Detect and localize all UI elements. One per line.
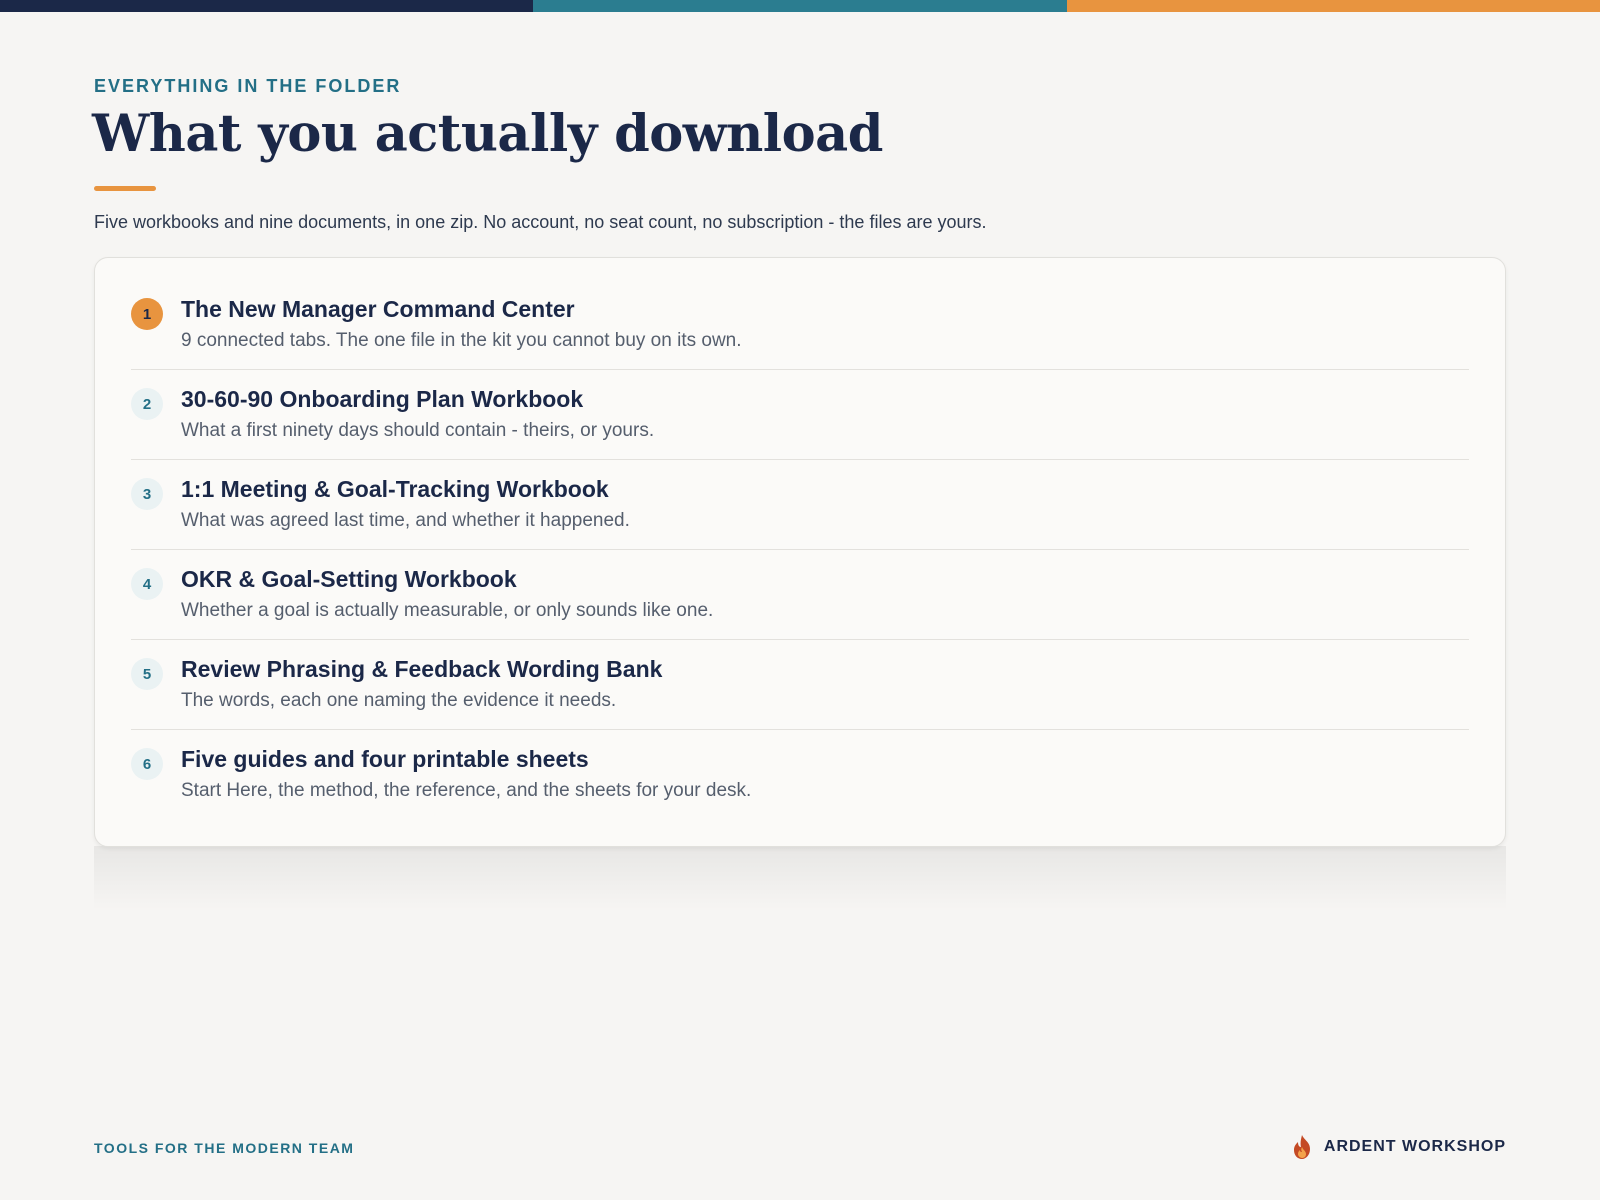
page-subtitle: Five workbooks and nine documents, in on… [94, 212, 987, 232]
download-item-list: 1 The New Manager Command Center 9 conne… [131, 280, 1469, 819]
item-description: Whether a goal is actually measurable, o… [181, 600, 714, 621]
accent-bar-orange [1066, 0, 1600, 12]
page-title: What you actually download [92, 104, 883, 164]
accent-bar-navy [0, 0, 534, 12]
list-item: 6 Five guides and four printable sheets … [131, 730, 1469, 819]
footer-tagline: TOOLS FOR THE MODERN TEAM [94, 1140, 355, 1156]
title-underline [94, 186, 156, 191]
card-shadow [94, 846, 1506, 910]
item-description: What a first ninety days should contain … [181, 420, 655, 441]
item-title: 30-60-90 Onboarding Plan Workbook [181, 386, 584, 412]
item-number-badge: 5 [131, 658, 163, 690]
item-number-badge: 6 [131, 748, 163, 780]
item-title: OKR & Goal-Setting Workbook [181, 566, 517, 592]
item-number-badge: 2 [131, 388, 163, 420]
section-eyebrow: EVERYTHING IN THE FOLDER [94, 76, 402, 96]
flame-icon [1293, 1135, 1310, 1159]
item-number-badge: 4 [131, 568, 163, 600]
item-description: Start Here, the method, the reference, a… [181, 780, 752, 801]
top-accent-bar [0, 0, 1600, 12]
list-item: 4 OKR & Goal-Setting Workbook Whether a … [131, 550, 1469, 640]
item-number-badge: 3 [131, 478, 163, 510]
brand-name: ARDENT WORKSHOP [1323, 1138, 1506, 1155]
download-contents-card: 1 The New Manager Command Center 9 conne… [94, 257, 1506, 847]
item-description: 9 connected tabs. The one file in the ki… [181, 330, 742, 351]
list-item: 3 1:1 Meeting & Goal-Tracking Workbook W… [131, 460, 1469, 550]
item-description: The words, each one naming the evidence … [181, 690, 617, 711]
item-title: Five guides and four printable sheets [181, 746, 589, 772]
item-title: 1:1 Meeting & Goal-Tracking Workbook [181, 476, 609, 502]
item-title: Review Phrasing & Feedback Wording Bank [181, 656, 663, 682]
item-number-badge: 1 [131, 298, 163, 330]
item-title: The New Manager Command Center [181, 296, 575, 322]
item-description: What was agreed last time, and whether i… [181, 510, 630, 531]
accent-bar-teal [533, 0, 1067, 12]
list-item: 2 30-60-90 Onboarding Plan Workbook What… [131, 370, 1469, 460]
list-item: 1 The New Manager Command Center 9 conne… [131, 280, 1469, 370]
footer-brand: ARDENT WORKSHOP [1290, 1134, 1506, 1160]
list-item: 5 Review Phrasing & Feedback Wording Ban… [131, 640, 1469, 730]
